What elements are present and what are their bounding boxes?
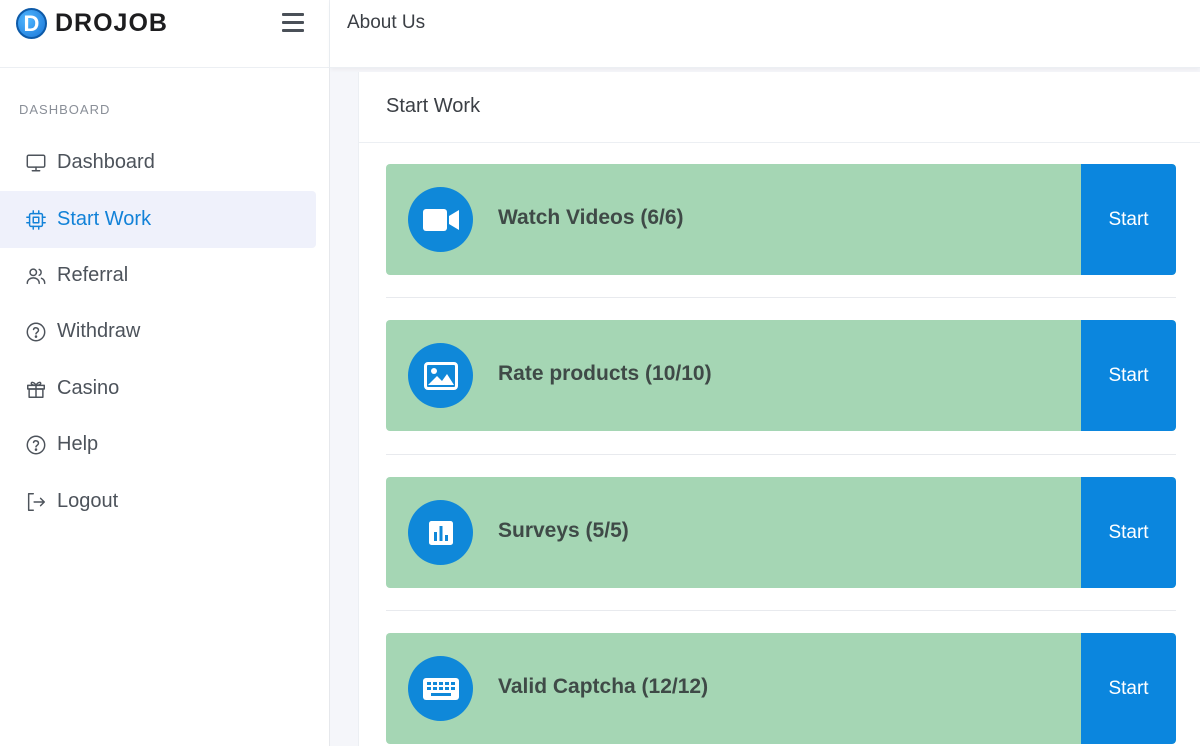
task-title: Watch Videos (6/6): [498, 206, 684, 229]
sidebar-item-label: Help: [57, 433, 99, 455]
task-card-rate-products: Rate products (10/10) Start: [386, 320, 1176, 431]
sidebar-item-casino[interactable]: Casino: [0, 360, 316, 417]
start-button[interactable]: Start: [1081, 477, 1176, 588]
sidebar-item-label: Casino: [57, 377, 120, 399]
start-button[interactable]: Start: [1081, 164, 1176, 275]
sidebar-item-start-work[interactable]: Start Work: [0, 191, 316, 248]
sidebar: DASHBOARD Dashboard Start Work Referral …: [0, 68, 330, 746]
help-circle-icon: [24, 320, 48, 344]
sidebar-item-label: Withdraw: [57, 320, 141, 342]
brand-logo[interactable]: D DROJOB: [16, 8, 168, 39]
menu-toggle-icon[interactable]: [282, 13, 304, 32]
sidebar-item-label: Dashboard: [57, 151, 155, 173]
video-camera-icon: [408, 187, 473, 252]
bar-chart-icon: [408, 500, 473, 565]
task-card-surveys: Surveys (5/5) Start: [386, 477, 1176, 588]
image-icon: [408, 343, 473, 408]
page-title: Start Work: [386, 95, 481, 117]
task-card-watch-videos: Watch Videos (6/6) Start: [386, 164, 1176, 275]
task-title: Surveys (5/5): [498, 519, 629, 542]
sidebar-item-label: Start Work: [57, 208, 152, 230]
top-navbar: About Us: [330, 0, 1200, 68]
sidebar-item-label: Referral: [57, 264, 129, 286]
task-title: Valid Captcha (12/12): [498, 675, 709, 698]
help-circle-icon: [24, 433, 48, 457]
sidebar-item-logout[interactable]: Logout: [0, 473, 316, 530]
sidebar-section-title: DASHBOARD: [19, 102, 111, 117]
sidebar-item-withdraw[interactable]: Withdraw: [0, 303, 316, 360]
logo-badge-icon: D: [16, 8, 47, 39]
divider: [386, 454, 1176, 455]
gift-icon: [24, 377, 48, 401]
sidebar-item-dashboard[interactable]: Dashboard: [0, 134, 316, 191]
logo-area: D DROJOB: [0, 0, 330, 68]
start-button[interactable]: Start: [1081, 633, 1176, 744]
task-title: Rate products (10/10): [498, 362, 712, 385]
start-work-card: Start Work Watch Videos (6/6) Start Rate…: [358, 72, 1200, 746]
divider: [359, 142, 1200, 143]
keyboard-icon: [408, 656, 473, 721]
sidebar-item-help[interactable]: Help: [0, 416, 316, 473]
about-us-link[interactable]: About Us: [347, 12, 425, 34]
monitor-icon: [24, 151, 48, 175]
cpu-icon: [24, 208, 48, 232]
brand-name: DROJOB: [55, 9, 168, 37]
sidebar-item-label: Logout: [57, 490, 119, 512]
divider: [386, 297, 1176, 298]
sidebar-item-referral[interactable]: Referral: [0, 247, 316, 304]
logout-icon: [24, 490, 48, 514]
users-icon: [24, 264, 48, 288]
divider: [386, 610, 1176, 611]
task-card-valid-captcha: Valid Captcha (12/12) Start: [386, 633, 1176, 744]
start-button[interactable]: Start: [1081, 320, 1176, 431]
